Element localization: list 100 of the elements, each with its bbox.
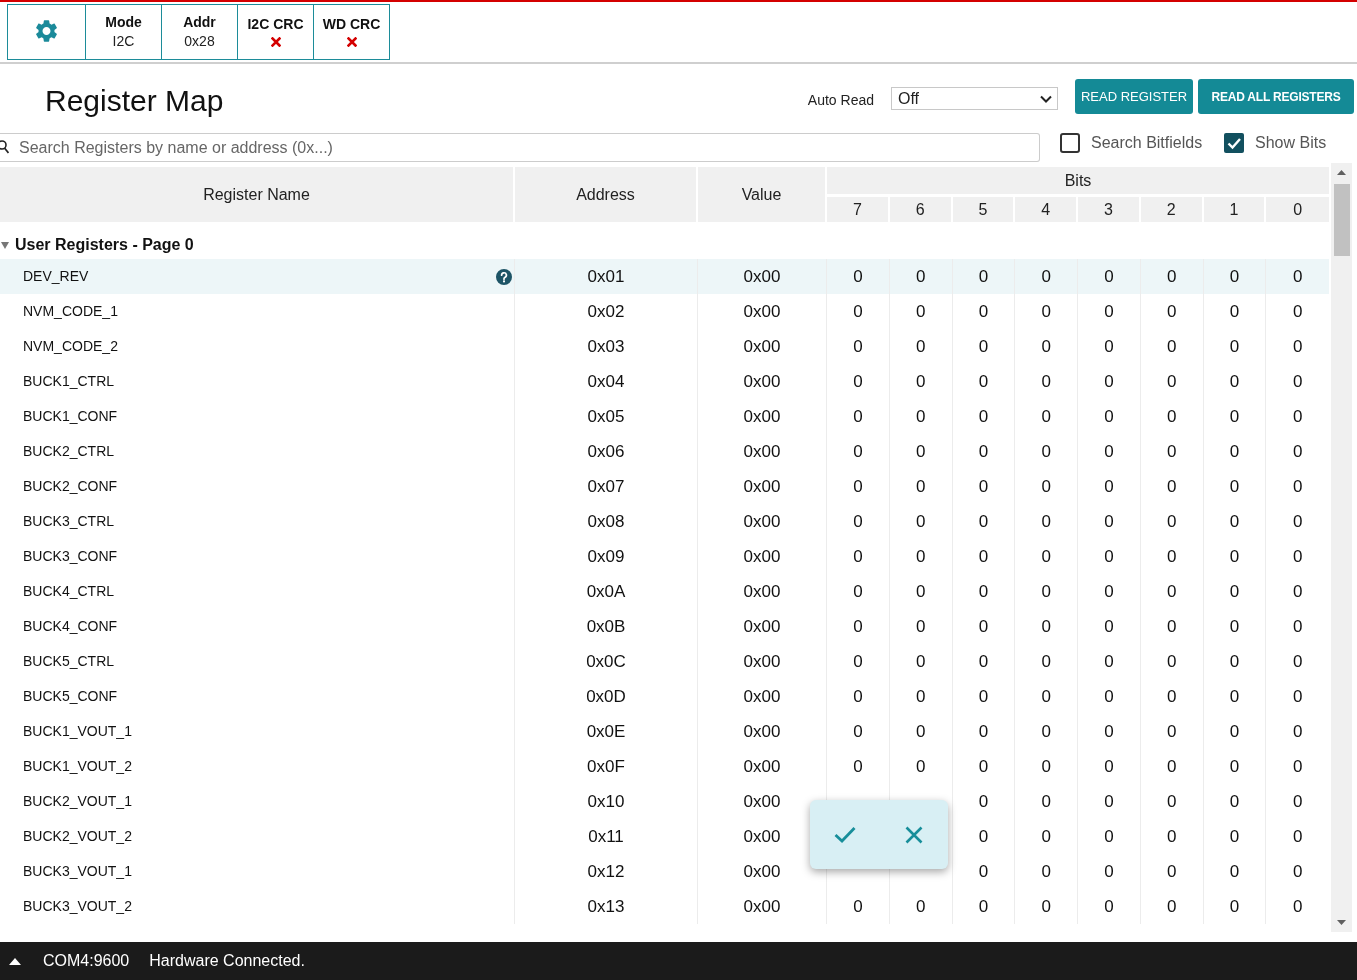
bit-value[interactable]: 0 [1166, 438, 1177, 465]
bit-value[interactable]: 0 [1166, 788, 1177, 815]
bit-value[interactable]: 0 [1041, 298, 1051, 325]
bit-value[interactable]: 0 [1041, 753, 1051, 780]
bit-value[interactable]: 0 [1229, 788, 1240, 815]
register-value[interactable]: 0x00 [743, 718, 781, 745]
bit-value[interactable]: 0 [853, 473, 863, 500]
bit-value[interactable]: 0 [1041, 718, 1051, 745]
auto-read-dropdown[interactable]: Off [891, 87, 1058, 110]
bit-value[interactable]: 0 [1166, 298, 1177, 325]
bit-value[interactable]: 0 [978, 473, 989, 500]
bit-value[interactable]: 0 [1292, 823, 1303, 850]
bit-value[interactable]: 0 [1166, 578, 1177, 605]
checkbox[interactable] [1060, 133, 1080, 153]
bit-value[interactable]: 0 [915, 333, 926, 360]
bit-value[interactable]: 0 [978, 788, 989, 815]
bit-value[interactable]: 0 [1166, 403, 1177, 430]
bit-value[interactable]: 0 [978, 858, 989, 885]
bit-value[interactable]: 0 [1041, 648, 1051, 675]
bit-value[interactable]: 0 [978, 893, 989, 920]
bit-value[interactable]: 0 [1041, 508, 1051, 535]
register-value[interactable]: 0x00 [743, 403, 781, 430]
bit-value[interactable]: 0 [1104, 298, 1114, 325]
bit-value[interactable]: 0 [853, 753, 863, 780]
bit-value[interactable]: 0 [1041, 578, 1051, 605]
bit-value[interactable]: 0 [915, 648, 926, 675]
bit-value[interactable]: 0 [1041, 403, 1051, 430]
bit-value[interactable]: 0 [978, 508, 989, 535]
bit-value[interactable]: 0 [1229, 648, 1240, 675]
bit-value[interactable]: 0 [1292, 788, 1303, 815]
bit-value[interactable]: 0 [915, 473, 926, 500]
bit-value[interactable]: 0 [978, 718, 989, 745]
bit-value[interactable]: 0 [978, 403, 989, 430]
bit-value[interactable]: 0 [1292, 438, 1303, 465]
bit-value[interactable]: 0 [1104, 333, 1114, 360]
bit-value[interactable]: 0 [1229, 578, 1240, 605]
bit-value[interactable]: 0 [1292, 543, 1303, 570]
bit-value[interactable]: 0 [853, 718, 863, 745]
bit-value[interactable]: 0 [1041, 858, 1051, 885]
bit-value[interactable]: 0 [915, 578, 926, 605]
bit-value[interactable]: 0 [978, 823, 989, 850]
bit-value[interactable]: 0 [1229, 683, 1240, 710]
bit-value[interactable]: 0 [853, 263, 863, 290]
bit-value[interactable]: 0 [915, 438, 926, 465]
register-value[interactable]: 0x00 [743, 438, 781, 465]
bit-value[interactable]: 0 [1166, 333, 1177, 360]
bit-value[interactable]: 0 [1229, 543, 1240, 570]
bit-value[interactable]: 0 [1229, 508, 1240, 535]
register-value[interactable]: 0x00 [743, 893, 781, 920]
bit-value[interactable]: 0 [978, 683, 989, 710]
bit-value[interactable]: 0 [978, 613, 989, 640]
bit-value[interactable]: 0 [853, 438, 863, 465]
bit-value[interactable]: 0 [1166, 263, 1177, 290]
bit-value[interactable]: 0 [853, 508, 863, 535]
bit-value[interactable]: 0 [1104, 718, 1114, 745]
bit-value[interactable]: 0 [915, 893, 926, 920]
bit-value[interactable]: 0 [853, 298, 863, 325]
bit-value[interactable]: 0 [915, 753, 926, 780]
register-value[interactable]: 0x00 [743, 753, 781, 780]
help-icon[interactable] [496, 268, 512, 285]
search-field[interactable]: Search Registers by name or address (0x...) [0, 133, 1040, 162]
bit-value[interactable]: 0 [1041, 263, 1051, 290]
bit-value[interactable]: 0 [1166, 858, 1177, 885]
bit-value[interactable]: 0 [1229, 298, 1240, 325]
settings-button[interactable] [35, 20, 58, 42]
bit-value[interactable]: 0 [1104, 263, 1114, 290]
group-label[interactable]: User Registers - Page 0 [15, 233, 194, 257]
scrollbar-thumb[interactable] [1334, 184, 1350, 256]
bit-value[interactable]: 0 [1229, 368, 1240, 395]
bit-value[interactable]: 0 [978, 298, 989, 325]
bit-value[interactable]: 0 [915, 683, 926, 710]
register-value[interactable]: 0x00 [743, 333, 781, 360]
bit-value[interactable]: 0 [1292, 508, 1303, 535]
bit-value[interactable]: 0 [915, 263, 926, 290]
bit-value[interactable]: 0 [853, 403, 863, 430]
bit-value[interactable]: 0 [978, 438, 989, 465]
bit-value[interactable]: 0 [1292, 858, 1303, 885]
bit-value[interactable]: 0 [1104, 858, 1114, 885]
bit-value[interactable]: 0 [1229, 473, 1240, 500]
bit-value[interactable]: 0 [915, 718, 926, 745]
bit-value[interactable]: 0 [1229, 438, 1240, 465]
bit-value[interactable]: 0 [853, 368, 863, 395]
bit-value[interactable]: 0 [853, 333, 863, 360]
bit-value[interactable]: 0 [1041, 473, 1051, 500]
bit-value[interactable]: 0 [1166, 753, 1177, 780]
register-value[interactable]: 0x00 [743, 648, 781, 675]
register-value[interactable]: 0x00 [743, 298, 781, 325]
bit-value[interactable]: 0 [853, 578, 863, 605]
bit-value[interactable]: 0 [1104, 403, 1114, 430]
checkbox-label[interactable]: Search Bitfields [1091, 131, 1203, 155]
register-value[interactable]: 0x00 [743, 473, 781, 500]
scrollbar[interactable] [1331, 163, 1352, 932]
bit-value[interactable]: 0 [1229, 263, 1240, 290]
bit-value[interactable]: 0 [1104, 823, 1114, 850]
bit-value[interactable]: 0 [915, 298, 926, 325]
bit-value[interactable]: 0 [1292, 473, 1303, 500]
bit-value[interactable]: 0 [1104, 648, 1114, 675]
bit-value[interactable]: 0 [1229, 613, 1240, 640]
bit-value[interactable]: 0 [853, 648, 863, 675]
bit-value[interactable]: 0 [978, 543, 989, 570]
